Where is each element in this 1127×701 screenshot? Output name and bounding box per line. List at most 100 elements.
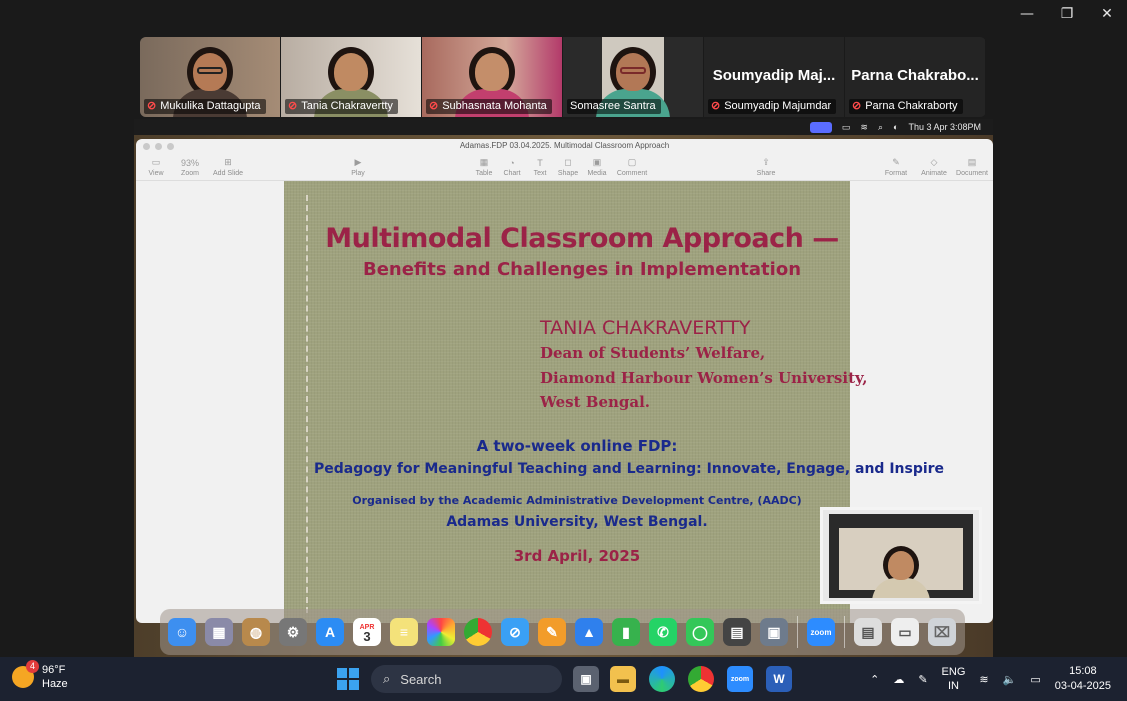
sidebar-icon: ▭: [151, 157, 161, 167]
numbers-icon[interactable]: ▮: [612, 618, 640, 646]
downloads-folder-icon[interactable]: ▭: [891, 618, 919, 646]
mac-dock: ☺ ▦ ◍ ⚙ A APR 3 ≡ ⊘ ✎ ▲ ▮ ✆ ◯ ▤ ▣ zoom ▤ …: [160, 609, 965, 655]
calendar-icon[interactable]: APR 3: [353, 618, 381, 646]
battery-icon: ▭: [841, 121, 851, 132]
participant-display-name: Parna Chakrabo...: [851, 67, 979, 84]
zoom-app-icon[interactable]: zoom: [807, 618, 835, 646]
zoom-meeting-window: — ❐ ✕ ⊘ Mukulika Dattagupta ⊘ Tania Chakra…: [0, 0, 1127, 701]
media-button[interactable]: ▣ Media: [579, 157, 615, 177]
comment-icon: ▢: [627, 157, 637, 167]
participant-name: Subhasnata Mohanta: [442, 100, 547, 112]
edge-icon[interactable]: [649, 666, 675, 692]
self-view-video: [829, 514, 973, 598]
file-explorer-icon[interactable]: ▬: [610, 666, 636, 692]
weather-widget[interactable]: 4 96°F Haze: [12, 660, 68, 691]
temperature: 96°F: [42, 664, 66, 676]
keynote-titlebar: Adamas.FDP 03.04.2025. Multimodal Classr…: [136, 139, 993, 153]
mic-muted-icon: ⊘: [711, 100, 721, 112]
presenter-state: West Bengal.: [540, 393, 651, 411]
zoom-taskbar-icon[interactable]: zoom: [727, 666, 753, 692]
start-button[interactable]: [337, 668, 359, 690]
animate-icon: ◇: [930, 157, 938, 167]
participant-tile-active-speaker[interactable]: Somasree Santra: [563, 37, 703, 117]
presenter-university: Diamond Harbour Women’s University,: [540, 369, 868, 387]
comment-button[interactable]: ▢ Comment: [614, 157, 650, 177]
zoom-button[interactable]: 93% Zoom: [172, 158, 208, 177]
participant-tile[interactable]: Soumyadip Maj... ⊘ Soumyadip Majumdar: [704, 37, 844, 117]
share-icon: ⇪: [762, 157, 770, 167]
participant-strip: ⊘ Mukulika Dattagupta ⊘ Tania Chakravertty…: [140, 37, 986, 117]
play-icon: ▶: [354, 157, 362, 167]
restore-button[interactable]: ❐: [1047, 0, 1087, 28]
dock-separator: [844, 616, 845, 648]
self-view-thumbnail[interactable]: [820, 507, 982, 604]
volume-icon[interactable]: 🔈: [1003, 673, 1017, 686]
view-button[interactable]: ▭ View: [138, 157, 174, 177]
participant-tile[interactable]: ⊘ Mukulika Dattagupta: [140, 37, 280, 117]
participant-tile[interactable]: ⊘ Tania Chakravertty: [281, 37, 421, 117]
participant-name: Mukulika Dattagupta: [160, 100, 261, 112]
trash-icon[interactable]: ⌧: [928, 618, 956, 646]
window-controls: — ❐ ✕: [1007, 0, 1127, 28]
wifi-icon[interactable]: ≋: [979, 673, 988, 686]
calculator-icon[interactable]: ▤: [723, 618, 751, 646]
slide-title: Multimodal Classroom Approach —: [325, 223, 839, 254]
taskbar-clock[interactable]: 15:08 03-04-2025: [1055, 664, 1111, 694]
presenter-role: Dean of Students’ Welfare,: [540, 344, 766, 362]
task-view-icon[interactable]: ▣: [573, 666, 599, 692]
photos-icon[interactable]: [427, 618, 455, 646]
finder-icon[interactable]: ☺: [168, 618, 196, 646]
slide-subtitle: Benefits and Challenges in Implementatio…: [362, 259, 802, 280]
add-slide-button[interactable]: ⊞ Add Slide: [210, 157, 246, 177]
fdp-title: Pedagogy for Meaningful Teaching and Lea…: [314, 461, 945, 477]
keynote-toolbar: ▭ View 93% Zoom ⊞ Add Slide ▶ Play ▦ Table ◔ C…: [136, 153, 993, 181]
paintbrush-icon: ✎: [892, 157, 900, 167]
whatsapp-icon[interactable]: ✆: [649, 618, 677, 646]
participant-tile[interactable]: ⊘ Subhasnata Mohanta: [422, 37, 562, 117]
pages-icon[interactable]: ✎: [538, 618, 566, 646]
chrome-icon[interactable]: [688, 666, 714, 692]
keynote-icon[interactable]: ▲: [575, 618, 603, 646]
stitch-decoration: [306, 195, 308, 613]
participant-tile[interactable]: Parna Chakrabo... ⊘ Parna Chakraborty: [845, 37, 985, 117]
document-title: Adamas.FDP 03.04.2025. Multimodal Classr…: [459, 141, 670, 150]
mic-muted-icon: ⊘: [288, 100, 298, 112]
presenter-name: TANIA CHAKRAVERTTY: [540, 317, 751, 339]
minimize-button[interactable]: —: [1007, 0, 1047, 28]
system-settings-icon[interactable]: ⚙: [279, 618, 307, 646]
battery-icon[interactable]: ▭: [1030, 673, 1040, 686]
plus-icon: ⊞: [224, 157, 232, 167]
zoom-level: 93%: [180, 158, 199, 168]
haze-weather-icon: 4: [12, 660, 39, 688]
slide-date: 3rd April, 2025: [513, 547, 641, 565]
play-button[interactable]: ▶ Play: [340, 157, 376, 177]
share-button[interactable]: ⇪ Share: [748, 157, 784, 177]
animate-button[interactable]: ◇ Animate: [916, 157, 952, 177]
organiser-line: Organised by the Academic Administrative…: [352, 494, 802, 507]
app-store-icon[interactable]: A: [316, 618, 344, 646]
traffic-lights: [143, 143, 174, 150]
show-hidden-icons-chevron-icon[interactable]: ⌃: [870, 673, 879, 686]
weather-condition: Haze: [42, 678, 68, 690]
document-icon: ▤: [967, 157, 977, 167]
word-icon[interactable]: W: [766, 666, 792, 692]
taskbar-search[interactable]: ⌕ Search: [371, 665, 562, 693]
screen-share-indicator-icon: [809, 121, 832, 133]
notification-badge: 4: [26, 660, 39, 673]
preview-icon[interactable]: ▣: [760, 618, 788, 646]
pen-input-icon[interactable]: ✎: [918, 673, 927, 686]
notes-icon[interactable]: ≡: [390, 618, 418, 646]
safari-icon[interactable]: ⊘: [501, 618, 529, 646]
chrome-icon[interactable]: [464, 618, 492, 646]
system-tray: ⌃ ☁ ✎ ENG IN ≋ 🔈 ▭ 15:08 03-04-2025: [870, 657, 1127, 701]
format-button[interactable]: ✎ Format: [878, 157, 914, 177]
launchpad-icon[interactable]: ▦: [205, 618, 233, 646]
contacts-icon[interactable]: ◍: [242, 618, 270, 646]
onedrive-cloud-icon[interactable]: ☁: [893, 673, 904, 686]
close-button[interactable]: ✕: [1087, 0, 1127, 28]
document-stack-icon[interactable]: ▤: [854, 618, 882, 646]
language-indicator[interactable]: ENG IN: [942, 665, 966, 693]
organiser-university: Adamas University, West Bengal.: [446, 514, 708, 530]
messages-icon[interactable]: ◯: [686, 618, 714, 646]
document-button[interactable]: ▤ Document: [954, 157, 990, 177]
